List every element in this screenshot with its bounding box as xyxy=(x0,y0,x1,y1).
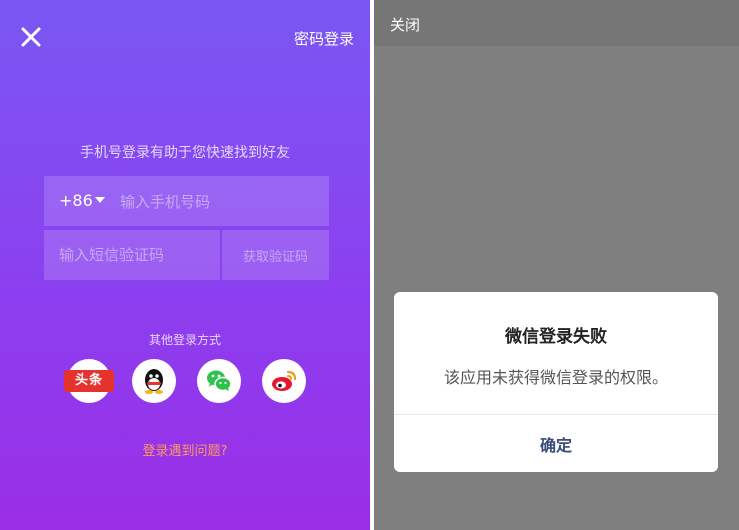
error-dialog: 微信登录失败 该应用未获得微信登录的权限。 确定 xyxy=(394,292,718,472)
sms-code-input[interactable] xyxy=(44,230,220,280)
login-problem-link[interactable]: 登录遇到问题? xyxy=(0,440,370,459)
login-screen: 密码登录 手机号登录有助于您快速找到好友 +86 获取验证码 其他登录方式 头条 xyxy=(0,0,370,530)
other-login-title: 其他登录方式 xyxy=(148,333,221,347)
wechat-login-button[interactable] xyxy=(197,359,241,403)
close-icon[interactable] xyxy=(18,24,44,50)
weibo-icon xyxy=(272,370,297,391)
close-button[interactable]: 关闭 xyxy=(390,14,420,35)
top-bar: 关闭 xyxy=(374,0,739,46)
get-code-button[interactable]: 获取验证码 xyxy=(222,230,329,280)
wechat-auth-screen: 关闭 微信登录失败 该应用未获得微信登录的权限。 确定 xyxy=(374,0,739,530)
screen: 密码登录 手机号登录有助于您快速找到好友 +86 获取验证码 其他登录方式 头条 xyxy=(0,0,739,530)
weibo-login-button[interactable] xyxy=(262,359,306,403)
confirm-button[interactable]: 确定 xyxy=(394,415,718,472)
phone-input[interactable] xyxy=(118,176,322,228)
caret-down-icon[interactable] xyxy=(95,197,105,203)
password-login-link[interactable]: 密码登录 xyxy=(294,28,354,49)
sms-code-row: 获取验证码 xyxy=(44,230,329,280)
wechat-icon xyxy=(207,370,232,392)
login-hint: 手机号登录有助于您快速找到好友 xyxy=(80,145,290,161)
toutiao-icon: 头条 xyxy=(64,370,114,392)
phone-field: +86 xyxy=(44,176,329,228)
country-code[interactable]: +86 xyxy=(59,176,93,226)
toutiao-login-button[interactable]: 头条 xyxy=(64,359,114,403)
dialog-title: 微信登录失败 xyxy=(505,327,607,347)
qq-login-button[interactable] xyxy=(132,359,176,403)
qq-icon xyxy=(145,369,163,394)
dialog-message: 该应用未获得微信登录的权限。 xyxy=(443,368,668,387)
